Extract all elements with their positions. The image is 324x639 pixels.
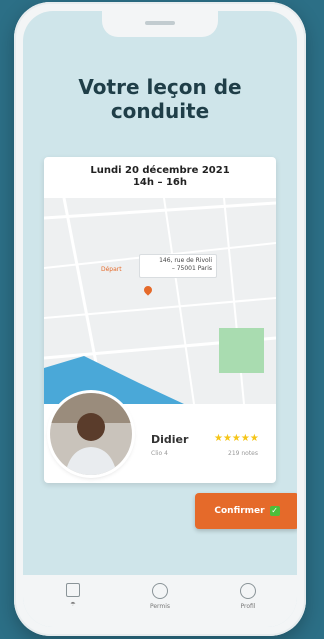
phone-frame: Votre leçon de conduite Lundi 20 décembr… [14,2,306,636]
lesson-time: 14h – 16h [132,177,188,188]
rating-stars-icon: ★★★★★ [214,433,259,444]
tab-permis-label: Permis [149,603,171,610]
lesson-date: Lundi 20 décembre 2021 [90,165,230,176]
confirm-button[interactable]: Confirmer ✓ [195,493,297,529]
ratings-count: 219 notes [228,450,259,457]
map-view[interactable]: Départ 146, rue de Rivoli – 75001 Paris [44,198,276,404]
tab-profil-label: Profil [240,603,256,610]
speaker-grille [145,21,175,25]
avatar-photo [50,393,132,475]
address-tooltip: 146, rue de Rivoli – 75001 Paris [139,254,217,278]
instructor-car: Clio 4 [151,450,168,457]
check-icon: ✓ [269,506,280,516]
tab-home-label: ☂ [70,601,76,608]
tab-profil[interactable]: Profil [218,583,278,610]
tab-permis[interactable]: Permis [130,583,190,610]
instructor-avatar [50,393,132,475]
instructor-name: Didier [151,433,189,446]
permit-icon [152,583,168,599]
app-stage: Votre leçon de conduite Lundi 20 décembr… [0,0,324,639]
home-icon [66,583,80,597]
notch [102,11,218,37]
profile-icon [240,583,256,599]
confirm-label: Confirmer [214,506,265,516]
map-roads [44,198,276,404]
address-line-2: – 75001 Paris [171,265,212,272]
lesson-card: Lundi 20 décembre 2021 14h – 16h Départ … [44,157,276,483]
phone-screen: Votre leçon de conduite Lundi 20 décembr… [23,11,297,627]
tab-home[interactable]: ☂ [43,583,103,608]
bottom-tab-bar: ☂ Permis Profil [23,575,297,627]
page-title: Votre leçon de conduite [78,75,242,123]
start-label: Départ [101,266,122,273]
address-line-1: 146, rue de Rivoli [159,257,212,264]
